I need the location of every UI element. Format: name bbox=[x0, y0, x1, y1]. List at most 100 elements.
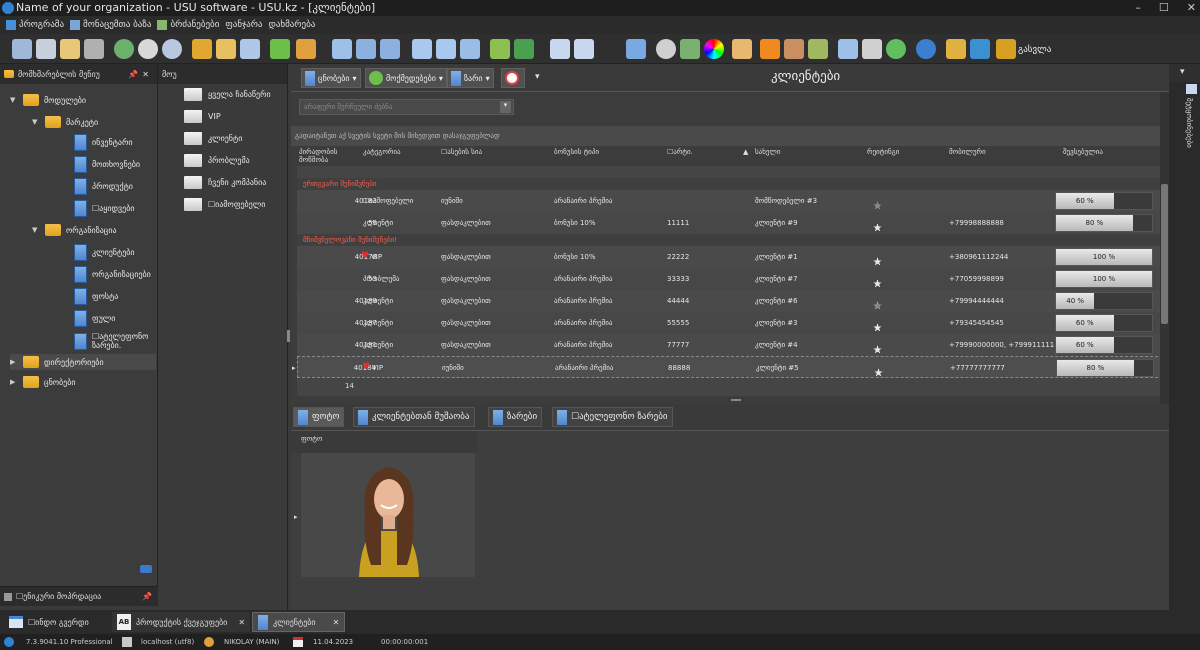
notification-icon[interactable] bbox=[1186, 84, 1197, 94]
tree-icon[interactable] bbox=[332, 39, 352, 59]
splitter-handle-horizontal[interactable] bbox=[731, 399, 741, 401]
reports-dropdown[interactable]: ცნობები ▾ bbox=[301, 68, 361, 88]
exit-button-label[interactable]: გასვლა bbox=[1018, 45, 1051, 55]
row-height-icon[interactable] bbox=[436, 39, 456, 59]
close-button[interactable]: ✕ bbox=[1187, 0, 1196, 16]
tree-item-reports[interactable]: ▶ ცნობები bbox=[10, 376, 76, 388]
table-row[interactable]: 40183 ☐იამოფებელი იუნიში არანაირი პრემია მომ… bbox=[297, 190, 1163, 212]
rss-icon[interactable] bbox=[760, 39, 780, 59]
task-clients[interactable]: კლიენტები ✕ bbox=[252, 612, 346, 632]
scrollbar-thumb[interactable] bbox=[1161, 184, 1168, 324]
table-row[interactable]: 55 კლიენტი ფასდაკლებით ბონუსი 10% 11111 კლიენ… bbox=[297, 212, 1163, 234]
col-name-header[interactable]: სახელი bbox=[755, 148, 781, 156]
edit-icon[interactable] bbox=[60, 39, 80, 59]
forward-icon[interactable] bbox=[886, 39, 906, 59]
table-row[interactable]: 40187 კლიენტი ფასდაკლებით არანაირი პრემია 55… bbox=[297, 312, 1163, 334]
tree-item-clients[interactable]: კლიენტები bbox=[74, 244, 135, 261]
refresh-icon[interactable] bbox=[114, 39, 134, 59]
color-wheel-icon[interactable] bbox=[704, 39, 724, 59]
tree-item-requests[interactable]: მოთხოვნები bbox=[74, 156, 140, 173]
table-row[interactable]: 40178 ♥ VIP ფასდაკლებით ბონუსი 10% 22222 კლიენ… bbox=[297, 246, 1163, 268]
table-row[interactable]: 40181 კლიენტი ფასდაკლებით არანაირი პრემია 77… bbox=[297, 334, 1163, 356]
timer-button[interactable] bbox=[501, 68, 525, 88]
more-chevron-icon[interactable]: ▾ bbox=[535, 72, 540, 82]
table-row[interactable]: 53 პრობლემა ფასდაკლებით არანაირი პრემია 3333… bbox=[297, 268, 1163, 290]
tree-item-modules[interactable]: ▼ მოდულები bbox=[10, 94, 86, 106]
table-row[interactable]: 40184 ♥ VIP იუნიში არანაირი პრემია 88888 კლიენ… bbox=[292, 356, 1163, 379]
calls-dropdown[interactable]: ზარი ▾ bbox=[447, 68, 494, 88]
zoom-icon[interactable] bbox=[162, 39, 182, 59]
user-icon[interactable] bbox=[784, 39, 804, 59]
table-row[interactable]: 40189 კლიენტი ფასდაკლებით არანაირი პრემია 44… bbox=[297, 290, 1163, 312]
panel-scroll-dot-icon[interactable] bbox=[140, 565, 152, 573]
tree-expand-icon[interactable] bbox=[356, 39, 376, 59]
gear-icon[interactable] bbox=[656, 39, 676, 59]
task-product-subgroups[interactable]: AB პროდუქტის ქვეჯგუფები ✕ bbox=[112, 612, 251, 632]
col-category-header[interactable]: კატეგორია bbox=[363, 148, 401, 156]
group-header-important[interactable]: მნიშვნელოვანი შენიშვნები! bbox=[297, 234, 1163, 246]
menu-commands[interactable]: ბრძანებები bbox=[157, 20, 219, 30]
menu-help[interactable]: დახმარება bbox=[268, 20, 315, 30]
grid-view-icon[interactable] bbox=[460, 39, 480, 59]
filter-our-company[interactable]: ჩვენი კომპანია bbox=[184, 176, 266, 189]
filter-clear-icon[interactable] bbox=[240, 39, 260, 59]
new-record-icon[interactable] bbox=[12, 39, 32, 59]
dropdown-arrow-icon[interactable]: ▾ bbox=[500, 101, 511, 113]
window-split-icon[interactable] bbox=[574, 39, 594, 59]
export-excel-icon[interactable] bbox=[514, 39, 534, 59]
search-icon[interactable] bbox=[138, 39, 158, 59]
col-bonus-header[interactable]: ბონუსის ტიპი bbox=[554, 148, 599, 156]
menu-window[interactable]: ფანჯარა bbox=[225, 20, 262, 30]
bottom-panel-tab[interactable]: ☐ენიკური მოპრდაცია 📌 bbox=[0, 586, 158, 606]
col-card-header[interactable]: ☐არტი. bbox=[667, 148, 693, 156]
menu-database[interactable]: მონაცემთა ბაზა bbox=[70, 20, 151, 30]
filter-input[interactable]: არაფერი შერჩეული ძებნა ▾ bbox=[299, 99, 514, 115]
users-icon[interactable] bbox=[808, 39, 828, 59]
exit-icon[interactable] bbox=[996, 39, 1016, 59]
tree-item-product[interactable]: პროდუქტი bbox=[74, 178, 133, 195]
sort-asc-icon[interactable]: ▲ bbox=[743, 148, 748, 156]
tree-item-purchases[interactable]: ☐აყიდვები bbox=[74, 200, 135, 217]
tree-item-money[interactable]: ფული bbox=[74, 310, 115, 327]
tree-collapse-icon[interactable] bbox=[380, 39, 400, 59]
col-rating-header[interactable]: რეიტინგი bbox=[867, 148, 899, 156]
maximize-button[interactable]: ☐ bbox=[1159, 0, 1169, 16]
pin-icon[interactable]: 📌 bbox=[128, 70, 138, 79]
layout-icon[interactable] bbox=[626, 39, 646, 59]
table-icon[interactable] bbox=[838, 39, 858, 59]
filter-client[interactable]: კლიენტი bbox=[184, 132, 242, 145]
window-close-icon[interactable] bbox=[550, 39, 570, 59]
plugin-icon[interactable] bbox=[970, 39, 990, 59]
filter-vip[interactable]: VIP bbox=[184, 110, 221, 123]
tree-item-phone-calls[interactable]: ☐ატელეფონო ზარები. bbox=[74, 332, 154, 350]
filter-all-records[interactable]: ყველა ჩანაწერი bbox=[184, 88, 271, 101]
panel-close-icon[interactable]: ✕ bbox=[142, 70, 149, 79]
print-icon[interactable] bbox=[862, 39, 882, 59]
group-header-regular[interactable]: ერთგვარი შენიშვნები bbox=[297, 178, 1163, 190]
col-mobile-header[interactable]: მობილური bbox=[949, 148, 986, 156]
splitter-handle[interactable] bbox=[287, 330, 290, 342]
pin-icon[interactable]: 📌 bbox=[142, 592, 152, 601]
tab-calls[interactable]: ზარები bbox=[488, 407, 543, 427]
tree-item-inventory[interactable]: ინვენტარი bbox=[74, 134, 132, 151]
hand-icon[interactable] bbox=[732, 39, 752, 59]
filter-supplier[interactable]: ☐იამოფებელი bbox=[184, 198, 265, 211]
lock-icon[interactable] bbox=[946, 39, 966, 59]
chart-icon[interactable] bbox=[680, 39, 700, 59]
task-home-page[interactable]: ☐ინდო გვერდი bbox=[4, 612, 94, 632]
col-filled-header[interactable]: შევსებულია bbox=[1063, 148, 1103, 156]
image-icon[interactable] bbox=[296, 39, 316, 59]
tab-phone-calls[interactable]: ☐ატელეფონო ზარები bbox=[552, 407, 673, 427]
flag-icon[interactable] bbox=[270, 39, 290, 59]
add-row-icon[interactable] bbox=[412, 39, 432, 59]
filter-icon[interactable] bbox=[192, 39, 212, 59]
tree-item-organizations[interactable]: ორგანიზაციები bbox=[74, 266, 151, 283]
col-pricelist-header[interactable]: ☐ასების სია bbox=[441, 148, 482, 156]
tree-item-directories[interactable]: ▶ დირექტორიები bbox=[10, 354, 156, 370]
dock-chevron-icon[interactable]: ▾ bbox=[1169, 64, 1200, 82]
filter-edit-icon[interactable] bbox=[216, 39, 236, 59]
minimize-button[interactable]: – bbox=[1135, 0, 1141, 16]
client-photo[interactable] bbox=[301, 453, 475, 577]
tab-photo[interactable]: ფოტო bbox=[293, 407, 345, 427]
tree-item-market[interactable]: ▼ მარკეტი bbox=[32, 116, 98, 128]
